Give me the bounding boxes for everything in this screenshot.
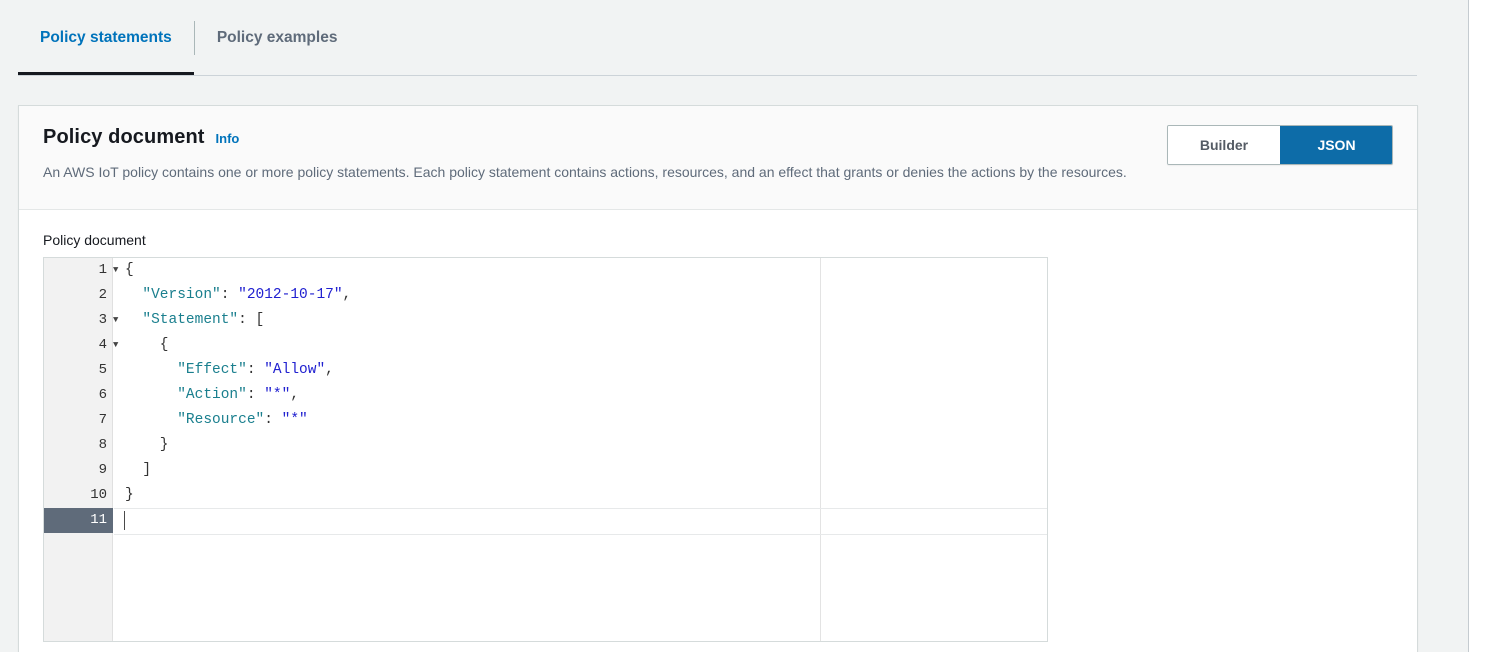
editor-line[interactable]: 2 "Version": "2012-10-17", <box>44 283 1047 308</box>
editor-line[interactable]: 8 } <box>44 433 1047 458</box>
line-code: "Resource": "*" <box>125 412 308 428</box>
editor-line[interactable]: 7 "Resource": "*" <box>44 408 1047 433</box>
line-code: ] <box>125 462 152 478</box>
editor-line[interactable]: 3 ▼ "Statement": [ <box>44 308 1047 333</box>
line-number: 4 ▼ <box>44 333 119 358</box>
line-number: 3 ▼ <box>44 308 119 333</box>
line-code: { <box>125 262 134 278</box>
info-link[interactable]: Info <box>216 131 240 146</box>
editor-line[interactable]: 6 "Action": "*", <box>44 383 1047 408</box>
line-code: "Statement": [ <box>125 312 265 328</box>
line-number: 6 <box>98 387 107 403</box>
line-number: 11 <box>44 508 113 533</box>
json-mode-button[interactable]: JSON <box>1280 126 1392 164</box>
page-root: Policy statements Policy examples Policy… <box>0 0 1500 652</box>
policy-document-card: Policy document Info An AWS IoT policy c… <box>18 105 1418 652</box>
editor-line[interactable]: 4 ▼ { <box>44 333 1047 358</box>
card-description: An AWS IoT policy contains one or more p… <box>43 164 1127 180</box>
line-number: 1 ▼ <box>44 258 119 283</box>
line-code: { <box>125 337 169 353</box>
line-number: 9 <box>98 462 107 478</box>
editor-line[interactable]: 5 "Effect": "Allow", <box>44 358 1047 383</box>
builder-mode-button[interactable]: Builder <box>1168 126 1280 164</box>
line-number: 8 <box>98 437 107 453</box>
editor-line-list[interactable]: 1 ▼{2 "Version": "2012-10-17", 3 ▼ "Stateme… <box>44 258 1047 535</box>
card-body: Policy document 1 ▼ {2 "Version": "2012-10… <box>19 210 1417 642</box>
policy-document-field-label: Policy document <box>43 232 146 248</box>
line-number: 7 <box>98 412 107 428</box>
tab-bar: Policy statements Policy examples <box>0 0 1469 78</box>
editor-line[interactable]: 11 <box>44 508 1047 535</box>
policy-json-editor[interactable]: 1 ▼{2 "Version": "2012-10-17", 3 ▼ "Stateme… <box>43 257 1048 642</box>
line-code: "Effect": "Allow", <box>125 362 334 378</box>
tab-policy-examples[interactable]: Policy examples <box>195 0 360 76</box>
editor-line[interactable]: 9 ] <box>44 458 1047 483</box>
tab-list: Policy statements Policy examples <box>18 0 359 76</box>
right-side-panel <box>1469 0 1500 652</box>
tab-policy-statements[interactable]: Policy statements <box>18 0 194 76</box>
editor-mode-toggle: Builder JSON <box>1167 125 1393 165</box>
text-cursor <box>124 511 125 530</box>
line-number: 2 <box>98 287 107 303</box>
editor-line[interactable]: 10} <box>44 483 1047 508</box>
fold-triangle-icon[interactable]: ▼ <box>113 333 125 358</box>
console-content-column: Policy statements Policy examples Policy… <box>0 0 1469 652</box>
line-code: "Action": "*", <box>125 387 300 403</box>
line-code: } <box>125 437 169 453</box>
line-code: } <box>125 487 134 503</box>
line-number: 10 <box>90 487 107 503</box>
line-number: 5 <box>98 362 107 378</box>
line-code: "Version": "2012-10-17", <box>125 287 352 303</box>
fold-triangle-icon[interactable]: ▼ <box>113 258 125 283</box>
card-header: Policy document Info An AWS IoT policy c… <box>19 106 1417 210</box>
tab-bar-underline <box>18 75 1417 76</box>
editor-line[interactable]: 1 ▼ { <box>44 258 1047 283</box>
page-title: Policy document <box>43 126 205 148</box>
fold-triangle-icon[interactable]: ▼ <box>113 308 125 333</box>
